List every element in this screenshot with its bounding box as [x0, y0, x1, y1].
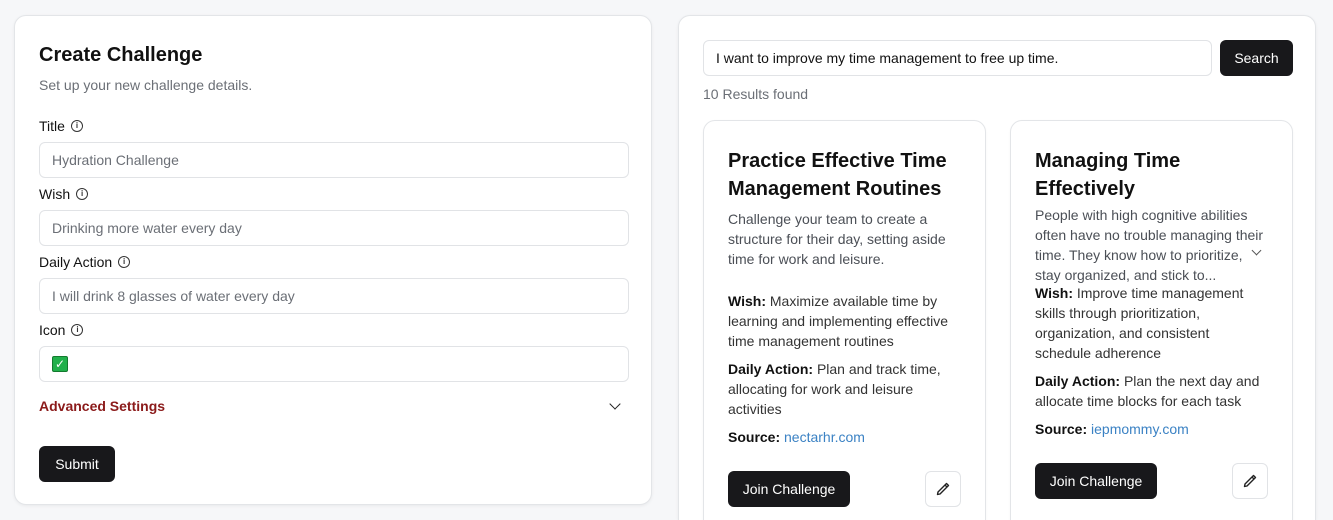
challenge-card: Managing Time Effectively People with hi…	[1010, 120, 1293, 520]
daily-action-input[interactable]: I will drink 8 glasses of water every da…	[39, 278, 629, 314]
daily-action-label: Daily Action i	[39, 254, 131, 270]
card-description: People with high cognitive abilities oft…	[1035, 207, 1264, 283]
wish-input[interactable]: Drinking more water every day	[39, 210, 629, 246]
wish-label: Wish:	[1035, 285, 1073, 301]
card-wish: Wish: Maximize available time by learnin…	[728, 291, 961, 351]
wish-label: Wish i	[39, 186, 89, 202]
icon-label: Icon i	[39, 322, 84, 338]
join-challenge-button[interactable]: Join Challenge	[728, 471, 850, 507]
search-input[interactable]: I want to improve my time management to …	[703, 40, 1212, 76]
search-results-panel: I want to improve my time management to …	[678, 15, 1316, 520]
check-mark-icon: ✓	[52, 356, 68, 372]
advanced-settings-toggle[interactable]: Advanced Settings	[39, 398, 629, 414]
results-count: 10 Results found	[703, 86, 809, 102]
wish-label-text: Wish	[39, 186, 71, 202]
wish-placeholder: Drinking more water every day	[52, 220, 242, 236]
card-wish: Wish: Improve time management skills thr…	[1035, 283, 1268, 363]
daily-action-label: Daily Action:	[1035, 373, 1121, 389]
page-subtitle: Set up your new challenge details.	[39, 77, 253, 93]
daily-action-placeholder: I will drink 8 glasses of water every da…	[52, 288, 295, 304]
submit-button[interactable]: Submit	[39, 446, 115, 482]
card-description: Challenge your team to create a structur…	[728, 211, 946, 267]
source-label: Source:	[1035, 421, 1088, 437]
chevron-down-icon	[609, 398, 621, 410]
title-label-text: Title	[39, 118, 65, 134]
join-challenge-button[interactable]: Join Challenge	[1035, 463, 1157, 499]
source-label: Source:	[728, 429, 781, 445]
create-challenge-panel: Create Challenge Set up your new challen…	[14, 15, 652, 505]
info-icon[interactable]: i	[71, 324, 84, 336]
card-daily-action: Daily Action: Plan and track time, alloc…	[728, 359, 961, 419]
daily-action-label-text: Daily Action	[39, 254, 113, 270]
wish-label: Wish:	[728, 293, 766, 309]
title-input[interactable]: Hydration Challenge	[39, 142, 629, 178]
info-icon[interactable]: i	[70, 120, 83, 132]
page-title: Create Challenge	[39, 44, 203, 66]
title-placeholder: Hydration Challenge	[52, 152, 179, 168]
card-title: Managing Time Effectively	[1035, 150, 1181, 200]
card-title: Practice Effective Time Management Routi…	[728, 150, 947, 200]
icon-input[interactable]: ✓	[39, 346, 629, 382]
card-daily-action: Daily Action: Plan the next day and allo…	[1035, 371, 1268, 411]
challenge-card: Practice Effective Time Management Routi…	[703, 120, 986, 520]
source-link[interactable]: iepmommy.com	[1091, 421, 1189, 437]
card-source: Source: nectarhr.com	[728, 427, 961, 447]
info-icon[interactable]: i	[76, 188, 89, 200]
pencil-icon	[1243, 474, 1257, 488]
advanced-settings-label: Advanced Settings	[39, 398, 166, 414]
daily-action-label: Daily Action:	[728, 361, 814, 377]
icon-label-text: Icon	[39, 322, 66, 338]
info-icon[interactable]: i	[118, 256, 131, 268]
edit-button[interactable]	[925, 471, 961, 507]
edit-button[interactable]	[1232, 463, 1268, 499]
source-link[interactable]: nectarhr.com	[784, 429, 865, 445]
title-label: Title i	[39, 118, 83, 134]
search-query-text: I want to improve my time management to …	[716, 50, 1059, 66]
search-button[interactable]: Search	[1220, 40, 1293, 76]
card-source: Source: iepmommy.com	[1035, 419, 1268, 439]
pencil-icon	[936, 482, 950, 496]
